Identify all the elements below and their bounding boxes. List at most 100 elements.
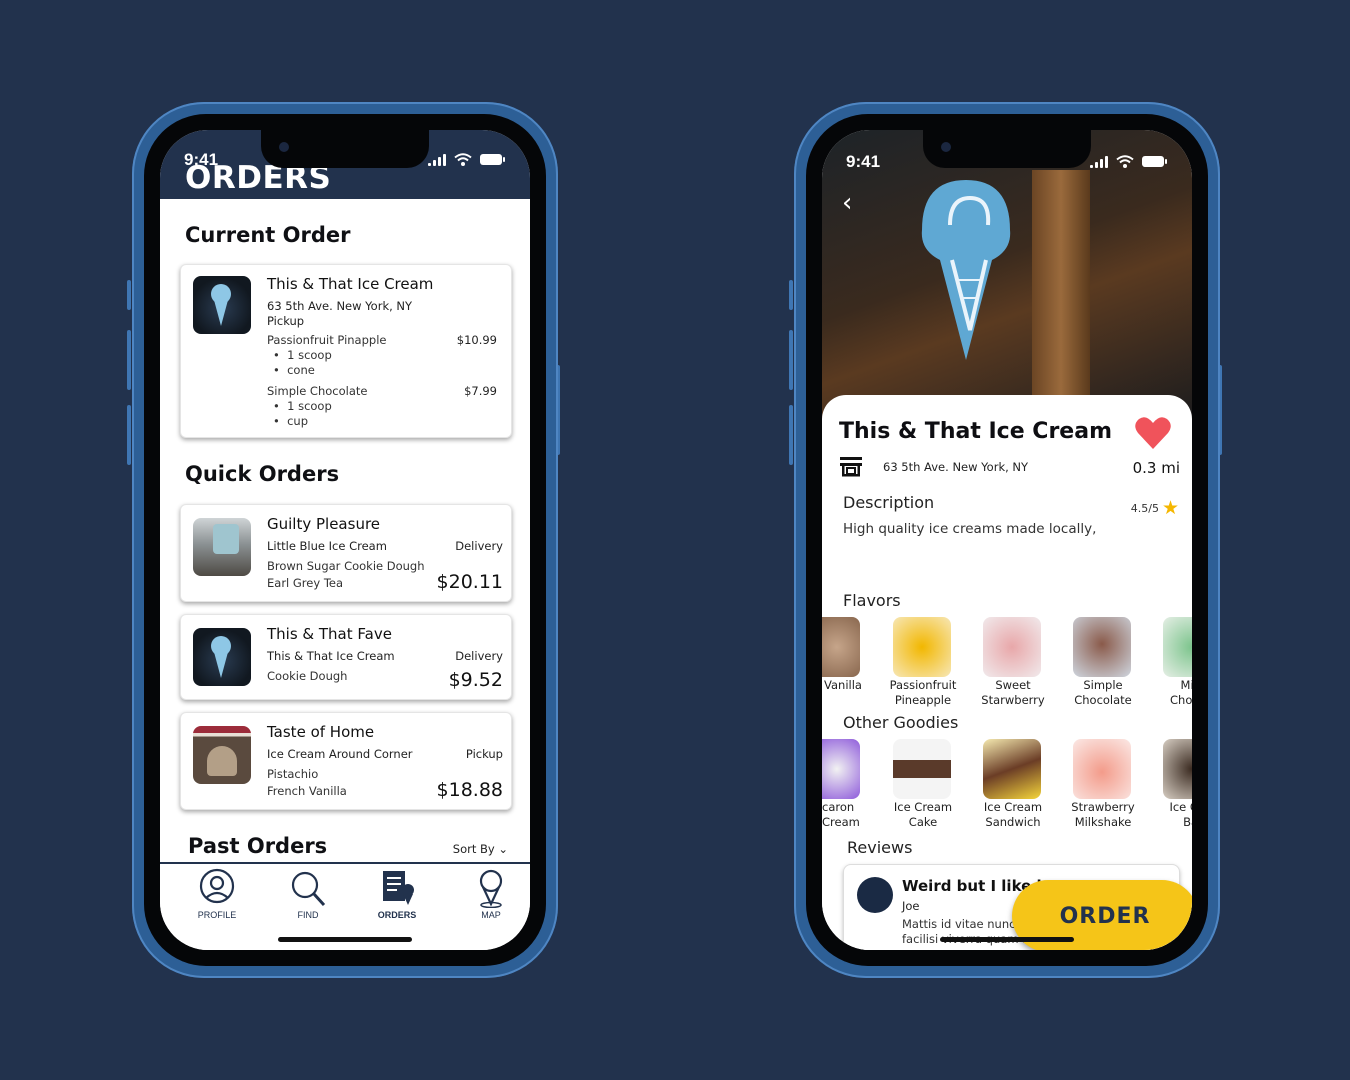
status-time: 9:41 [846,152,881,171]
goodie-tile-image[interactable] [1073,739,1131,799]
signal-icon [1090,155,1108,168]
shop-name: This & That Ice Cream [839,419,1112,444]
goodie-label: Ice Cream Sandwich [983,800,1043,829]
quick-order-item: Pistachio [267,767,319,781]
flavor-label: Sweet Starwberry [981,678,1045,707]
goodie-label: caron Cream [822,800,860,829]
goodie-label: Strawberry Milkshake [1071,800,1135,829]
shop-detail-screen: 9:41 ‹ This & That Ice Cream 63 5th Ave.… [822,130,1192,950]
quick-order-price: $9.52 [448,669,503,691]
review-user: Joe [902,899,920,913]
quick-orders-heading: Quick Orders [185,462,340,486]
description-text: High quality ice creams made locally, [843,521,1097,537]
nav-profile[interactable]: PROFILE [182,868,252,920]
goodie-tile-image[interactable] [893,739,951,799]
goodie-label: Ice Cream Cake [893,800,953,829]
flavor-tile-image[interactable] [1163,617,1192,677]
quick-order-name: Taste of Home [267,723,375,741]
flavor-tile-image[interactable] [1073,617,1131,677]
ice-cream-sign-image [921,180,1011,360]
shop-thumbnail [193,628,251,686]
item-detail: • 1 scoop [273,399,332,413]
status-bar: 9:41 [822,130,1192,178]
battery-icon [1142,156,1167,167]
home-indicator [278,937,412,942]
item-detail: • 1 scoop [273,348,332,362]
item-detail: • cone [273,363,315,377]
home-indicator [940,937,1074,942]
shop-distance: 0.3 mi [1132,459,1180,477]
quick-order-mode: Pickup [465,747,503,761]
quick-order-mode: Delivery [455,649,503,663]
nav-orders[interactable]: ORDERS [362,868,432,920]
item-name: Simple Chocolate [267,384,368,398]
shop-thumbnail [193,726,251,784]
nav-find[interactable]: FIND [273,868,343,920]
item-price: $7.99 [464,384,497,398]
goodie-label: Ice CreaBar [1169,800,1192,829]
map-pin-icon [479,869,503,909]
store-icon [840,457,862,477]
quick-order-card[interactable]: This & That Fave This & That Ice Cream D… [180,614,512,700]
star-icon: ★ [1161,497,1179,519]
volume-up-button [127,330,131,390]
nav-map[interactable]: MAP [456,868,526,920]
quick-order-shop: This & That Ice Cream [267,649,395,663]
quick-order-item: Cookie Dough [267,669,348,683]
flavor-tile-image[interactable] [983,617,1041,677]
flavor-tile-image[interactable] [822,617,860,677]
shop-rating: 4.5/5 ★ [1130,497,1179,519]
left-phone: 9:41 ORDERS Current Order This & That Ic… [132,102,558,978]
shop-thumbnail [193,518,251,576]
current-order-heading: Current Order [185,223,351,247]
goodie-tile-image[interactable] [983,739,1041,799]
battery-icon [480,154,505,165]
heart-icon[interactable] [1134,415,1172,451]
item-detail: • cup [273,414,309,428]
chevron-down-icon: ⌄ [498,842,508,856]
past-orders-heading: Past Orders [188,834,328,858]
quick-order-item: Brown Sugar Cookie Dough [267,559,425,573]
quick-order-price: $20.11 [436,571,503,593]
goodie-tile-image[interactable] [822,739,860,799]
orders-icon [383,871,414,905]
sort-by-dropdown[interactable]: Sort By ⌄ [453,842,508,856]
quick-order-price: $18.88 [436,779,503,801]
item-price: $10.99 [456,333,497,347]
avatar [857,877,893,913]
shop-address: 63 5th Ave. New York, NY [267,299,413,313]
quick-order-mode: Delivery [455,539,503,553]
orders-screen: 9:41 ORDERS Current Order This & That Ic… [160,130,530,950]
quick-order-name: This & That Fave [267,625,392,643]
mute-switch [127,280,131,310]
flavor-label: MintChocola [1170,678,1192,707]
back-chevron-icon[interactable]: ‹ [842,188,852,218]
flavor-label: Simple Chocolate [1074,678,1132,707]
volume-up-button [789,330,793,390]
reviews-label: Reviews [847,838,913,857]
shop-address: 63 5th Ave. New York, NY [883,460,1029,474]
profile-icon [199,868,235,904]
quick-order-card[interactable]: Guilty Pleasure Little Blue Ice Cream De… [180,504,512,602]
status-time: 9:41 [184,150,219,169]
flavor-tile-image[interactable] [893,617,951,677]
search-icon [291,871,326,907]
quick-order-shop: Little Blue Ice Cream [267,539,387,553]
wifi-icon [454,153,472,166]
item-name: Passionfruit Pinapple [267,333,387,347]
flavors-label: Flavors [843,591,901,610]
current-order-card[interactable]: This & That Ice Cream 63 5th Ave. New Yo… [180,264,512,438]
status-bar: 9:41 [160,130,530,178]
other-goodies-label: Other Goodies [843,713,959,732]
quick-order-item: French Vanilla [267,784,347,798]
volume-down-button [127,405,131,465]
goodie-tile-image[interactable] [1163,739,1192,799]
quick-order-card[interactable]: Taste of Home Ice Cream Around Corner Pi… [180,712,512,810]
shop-name: This & That Ice Cream [267,275,434,293]
shop-thumbnail [193,276,251,334]
flavor-label: Passionfruit Pineapple [889,678,957,707]
quick-order-item: Earl Grey Tea [267,576,344,590]
volume-down-button [789,405,793,465]
description-label: Description [843,493,935,512]
wifi-icon [1116,155,1134,168]
